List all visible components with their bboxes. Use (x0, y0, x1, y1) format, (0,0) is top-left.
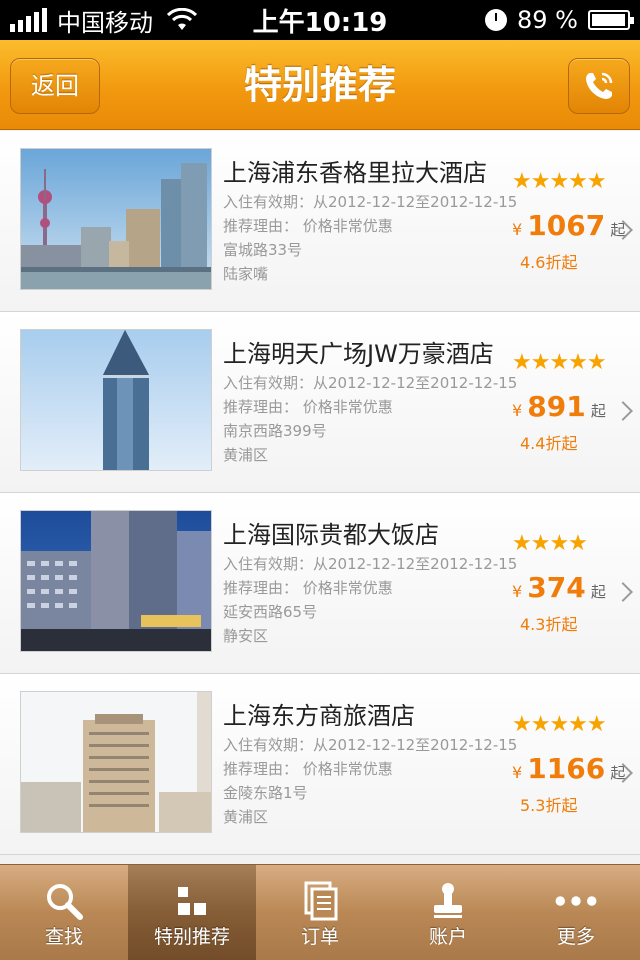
tab-account[interactable]: 账户 (384, 865, 512, 960)
battery-percent: 89 % (517, 6, 578, 34)
price-amount: 1166 (527, 752, 606, 785)
star-rating: ★★★★ (512, 531, 588, 556)
star-rating: ★★★★★ (512, 712, 607, 737)
star-rating: ★★★★★ (512, 350, 607, 375)
tab-label: 更多 (556, 926, 595, 948)
battery-icon (588, 10, 634, 30)
tab-special-recommend[interactable]: 特别推荐 (128, 865, 256, 960)
address-text: 延安西路65号 (223, 603, 318, 621)
discount-text: 5.3折起 (520, 796, 578, 815)
list-item[interactable]: 上海浦东香格里拉大酒店 入住有效期：从2012-12-12至2012-12-15… (0, 131, 640, 312)
search-icon (47, 884, 83, 920)
grid-icon (178, 887, 206, 915)
nav-bar: 特别推荐 返回 (0, 40, 640, 130)
hotel-name: 上海国际贵都大饭店 (223, 521, 439, 549)
status-bar: 中国移动 上午10:19 89 % (0, 0, 640, 40)
validity-text: 入住有效期：从2012-12-12至2012-12-15 (223, 736, 518, 754)
district-text: 静安区 (223, 627, 269, 645)
price-amount: 891 (527, 390, 586, 423)
tab-label: 账户 (428, 926, 467, 948)
hotel-name: 上海东方商旅酒店 (223, 702, 415, 730)
address-text: 南京西路399号 (223, 422, 327, 440)
currency-symbol: ¥ (512, 763, 523, 782)
tab-bar: 查找 特别推荐 订单 账户 更多 (0, 864, 640, 960)
address-text: 金陵东路1号 (223, 784, 308, 802)
reason-text: 推荐理由： 价格非常优惠 (223, 760, 393, 778)
price: ¥ 1067 起 (512, 209, 625, 242)
reason-text: 推荐理由： 价格非常优惠 (223, 217, 393, 235)
tab-label: 订单 (300, 926, 339, 948)
more-icon (555, 896, 597, 906)
star-rating: ★★★★★ (512, 169, 607, 194)
hotel-photo (20, 329, 212, 471)
address-text: 富城路33号 (223, 241, 303, 259)
discount-text: 4.4折起 (520, 434, 578, 453)
currency-symbol: ¥ (512, 401, 523, 420)
list-item[interactable]: 上海东方商旅酒店 入住有效期：从2012-12-12至2012-12-15 推荐… (0, 674, 640, 855)
tab-search[interactable]: 查找 (0, 865, 128, 960)
chevron-right-icon (613, 401, 633, 421)
document-icon (304, 881, 338, 921)
list-item[interactable]: 上海明天广场JW万豪酒店 入住有效期：从2012-12-12至2012-12-1… (0, 312, 640, 493)
tab-more[interactable]: 更多 (512, 865, 640, 960)
validity-text: 入住有效期：从2012-12-12至2012-12-15 (223, 193, 518, 211)
call-button[interactable] (568, 58, 630, 114)
phone-icon (586, 72, 613, 99)
hotel-name: 上海浦东香格里拉大酒店 (223, 159, 487, 187)
chevron-right-icon (613, 582, 633, 602)
price-suffix: 起 (590, 583, 606, 601)
price-amount: 374 (527, 571, 586, 604)
price: ¥ 1166 起 (512, 752, 625, 785)
discount-text: 4.3折起 (520, 615, 578, 634)
price: ¥ 891 起 (512, 390, 606, 423)
alarm-icon (485, 9, 508, 31)
validity-text: 入住有效期：从2012-12-12至2012-12-15 (223, 374, 518, 392)
tab-label: 特别推荐 (153, 926, 230, 948)
reason-text: 推荐理由： 价格非常优惠 (223, 579, 393, 597)
hotel-name: 上海明天广场JW万豪酒店 (223, 340, 494, 368)
hotel-photo (20, 148, 212, 290)
hotel-list: 上海浦东香格里拉大酒店 入住有效期：从2012-12-12至2012-12-15… (0, 131, 640, 855)
discount-text: 4.6折起 (520, 253, 578, 272)
reason-text: 推荐理由： 价格非常优惠 (223, 398, 393, 416)
back-button[interactable]: 返回 (10, 58, 100, 114)
currency-symbol: ¥ (512, 582, 523, 601)
tab-orders[interactable]: 订单 (256, 865, 384, 960)
district-text: 黄浦区 (223, 446, 269, 464)
hotel-photo (20, 510, 212, 652)
tab-label: 查找 (44, 926, 83, 948)
price: ¥ 374 起 (512, 571, 606, 604)
price-suffix: 起 (590, 402, 606, 420)
stamp-icon (434, 883, 462, 918)
validity-text: 入住有效期：从2012-12-12至2012-12-15 (223, 555, 518, 573)
list-item[interactable]: 上海国际贵都大饭店 入住有效期：从2012-12-12至2012-12-15 推… (0, 493, 640, 674)
district-text: 黄浦区 (223, 808, 269, 826)
hotel-photo (20, 691, 212, 833)
district-text: 陆家嘴 (223, 265, 269, 283)
currency-symbol: ¥ (512, 220, 523, 239)
price-amount: 1067 (527, 209, 606, 242)
